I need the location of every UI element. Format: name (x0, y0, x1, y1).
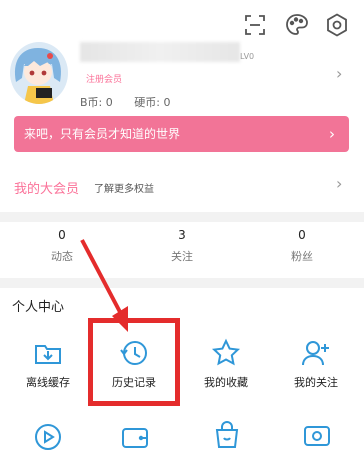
annotation-arrow (80, 239, 128, 332)
